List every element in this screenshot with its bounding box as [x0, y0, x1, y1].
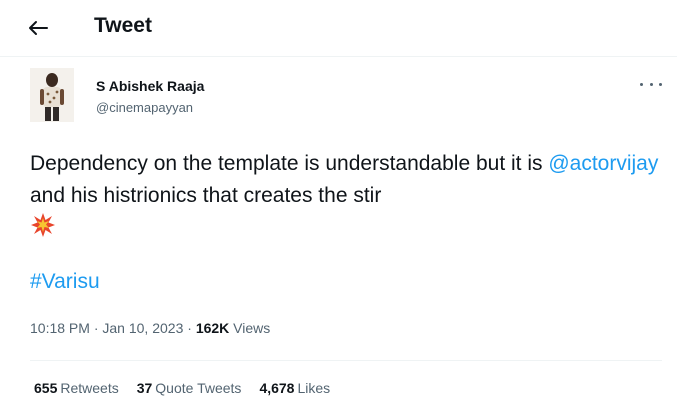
tweet-date[interactable]: Jan 10, 2023 — [102, 320, 183, 336]
more-dot — [649, 82, 653, 86]
avatar-photo — [30, 68, 74, 122]
tweet-meta: 10:18 PM · Jan 10, 2023 · 162K Views — [30, 320, 270, 336]
mention-link[interactable]: @actorvijay — [548, 152, 658, 175]
more-dot — [640, 82, 643, 86]
quote-tweets-stat[interactable]: 37 Quote Tweets — [137, 380, 242, 396]
author-display-name[interactable]: S Abishek Raaja — [96, 78, 204, 94]
tweet-text: Dependency on the template is understand… — [30, 148, 660, 212]
divider — [30, 360, 662, 361]
tweet-text-part: and his histrionics that creates the sti… — [30, 184, 382, 207]
more-dot — [659, 82, 662, 86]
likes-stat[interactable]: 4,678 Likes — [259, 380, 330, 396]
collision-emoji-icon — [31, 213, 55, 237]
header: Tweet — [0, 0, 677, 56]
tweet-stats: 655 Retweets 37 Quote Tweets 4,678 Likes — [34, 380, 330, 396]
views-label: Views — [233, 320, 271, 336]
emoji — [30, 212, 56, 238]
quotes-label: Quote Tweets — [155, 380, 242, 396]
avatar[interactable] — [30, 68, 74, 122]
meta-separator: · — [93, 320, 99, 336]
views-count: 162K — [195, 320, 230, 336]
arrow-left-icon — [29, 21, 48, 35]
retweets-count: 655 — [34, 380, 58, 396]
divider — [0, 56, 677, 57]
more-options-button[interactable] — [640, 76, 662, 92]
meta-separator: · — [187, 320, 192, 336]
tweet-text-part: Dependency on the template is understand… — [30, 152, 549, 175]
tweet-page: Tweet S Abishek Raaja @cinemapayyan Depe… — [0, 0, 677, 401]
retweets-label: Retweets — [60, 380, 119, 396]
tweet-time[interactable]: 10:18 PM — [30, 320, 90, 336]
likes-count: 4,678 — [259, 380, 295, 396]
author-handle[interactable]: @cinemapayyan — [96, 100, 193, 115]
back-button[interactable] — [24, 16, 52, 40]
likes-label: Likes — [297, 380, 331, 396]
retweets-stat[interactable]: 655 Retweets — [34, 380, 119, 396]
page-title: Tweet — [94, 14, 152, 37]
hashtag-link[interactable]: #Varisu — [30, 270, 100, 294]
quotes-count: 37 — [136, 380, 153, 396]
